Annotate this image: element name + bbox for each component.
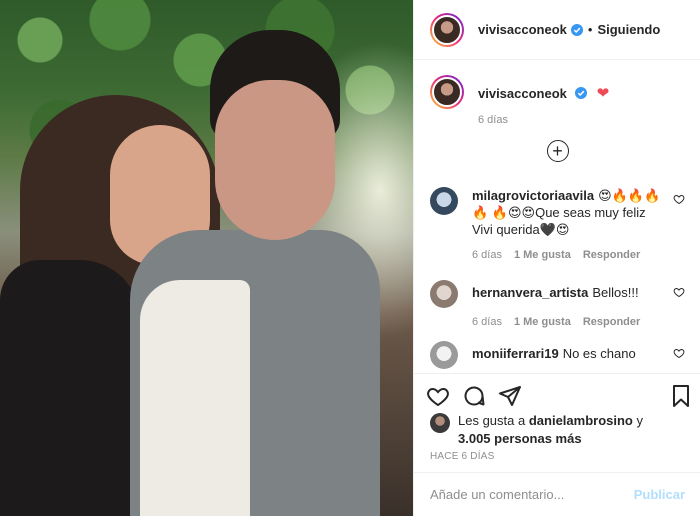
- likes-summary: Les gusta a danielambrosino y 3.005 pers…: [430, 412, 685, 448]
- comment-item: milagrovictoriaavila 😍🔥🔥🔥🔥 🔥😍😍Que seas mu…: [430, 187, 685, 264]
- post-time-ago[interactable]: HACE 6 DÍAS: [430, 451, 494, 462]
- comment-avatar[interactable]: [430, 187, 458, 215]
- liker-username[interactable]: danielambrosino: [529, 413, 633, 428]
- author-avatar[interactable]: [430, 12, 464, 47]
- comment-likes[interactable]: 1 Me gusta: [514, 314, 571, 331]
- caption-avatar[interactable]: [430, 75, 464, 109]
- photo-man-shirt: [140, 280, 250, 516]
- caption-username[interactable]: vivisacconeok: [478, 86, 567, 101]
- reply-button[interactable]: Responder: [583, 247, 640, 264]
- comment-username[interactable]: milagrovictoriaavila: [472, 188, 594, 203]
- comment-avatar[interactable]: [430, 341, 458, 369]
- photo-woman-jacket: [0, 260, 140, 516]
- caption-heart-emoji: ❤: [596, 85, 610, 102]
- verified-badge-icon: [570, 23, 583, 36]
- share-icon[interactable]: [498, 384, 522, 408]
- likes-joiner: y: [636, 413, 644, 428]
- post-side-panel: vivisacconeok • Siguiendo vivisacconeok: [413, 0, 700, 516]
- comment-time[interactable]: 6 días: [472, 314, 502, 331]
- comment-likes[interactable]: 1 Me gusta: [514, 247, 571, 264]
- comments-section: vivisacconeok ❤ 6 días + milagrovictoria…: [414, 61, 700, 373]
- comment-item: moniiferrari19 No es chano: [430, 341, 685, 369]
- heart-icon[interactable]: [673, 193, 685, 205]
- post-caption: vivisacconeok ❤ 6 días: [414, 61, 700, 126]
- verified-badge-icon: [574, 87, 587, 99]
- comment-avatar[interactable]: [430, 280, 458, 308]
- comment-username[interactable]: hernanvera_artista: [472, 285, 588, 300]
- instagram-post-modal: vivisacconeok • Siguiendo vivisacconeok: [0, 0, 700, 516]
- comment-text: No es chano: [562, 346, 636, 361]
- caption-time[interactable]: 6 días: [478, 114, 609, 126]
- author-username[interactable]: vivisacconeok: [478, 22, 567, 37]
- add-comment-bar: Añade un comentario... Publicar: [414, 472, 700, 516]
- comment-text: Bellos!!!: [592, 285, 639, 300]
- photo-man-face: [215, 80, 335, 240]
- liker-avatar[interactable]: [430, 413, 450, 433]
- reply-button[interactable]: Responder: [583, 314, 640, 331]
- comment-item: hernanvera_artista Bellos!!! 6 días 1 Me …: [430, 280, 685, 331]
- comment-icon[interactable]: [462, 384, 486, 408]
- post-photo[interactable]: [0, 0, 413, 516]
- heart-icon[interactable]: [673, 286, 685, 298]
- comment-time[interactable]: 6 días: [472, 247, 502, 264]
- following-button[interactable]: Siguiendo: [597, 22, 660, 37]
- comment-username[interactable]: moniiferrari19: [472, 346, 559, 361]
- publish-button[interactable]: Publicar: [634, 487, 685, 502]
- comment-input[interactable]: Añade un comentario...: [430, 487, 634, 502]
- heart-icon[interactable]: [426, 384, 450, 408]
- header-separator: •: [587, 22, 593, 37]
- heart-icon[interactable]: [673, 347, 685, 359]
- bookmark-icon[interactable]: [669, 384, 693, 408]
- likes-others-count[interactable]: 3.005 personas más: [458, 431, 582, 446]
- likes-prefix: Les gusta a: [458, 413, 526, 428]
- plus-circle-icon[interactable]: +: [546, 140, 569, 162]
- post-header: vivisacconeok • Siguiendo: [414, 0, 700, 60]
- load-more-comments[interactable]: +: [414, 140, 700, 162]
